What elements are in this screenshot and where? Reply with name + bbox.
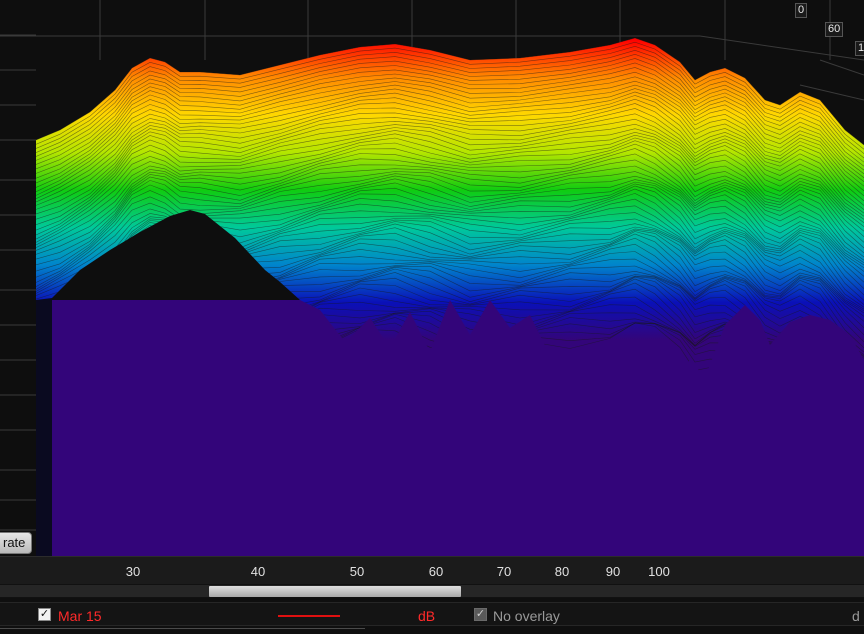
horizontal-scrollbar[interactable]	[0, 584, 864, 598]
frequency-axis: 30 40 50 60 70 80 90 100	[0, 556, 864, 584]
measurement-color-swatch	[278, 615, 340, 617]
freq-tick-label: 90	[605, 564, 621, 579]
freq-tick-label: 30	[125, 564, 141, 579]
overlay-checkbox[interactable]: ✓	[474, 608, 487, 621]
depth-tick-label: 0	[795, 3, 808, 18]
truncated-label: d	[852, 608, 860, 624]
waterfall-surface[interactable]	[0, 0, 864, 556]
measurement-name[interactable]: Mar 15	[58, 608, 102, 624]
depth-tick-label: 1	[855, 41, 864, 56]
scrollbar-thumb[interactable]	[209, 586, 461, 597]
legend-bar: ✓ Mar 15 dB ✓ No overlay d	[0, 598, 864, 634]
freq-tick-label: 50	[349, 564, 365, 579]
freq-tick-label: 100	[648, 564, 670, 579]
freq-tick-label: 40	[250, 564, 266, 579]
legend-divider	[0, 628, 365, 629]
measurement-checkbox[interactable]: ✓	[38, 608, 51, 621]
freq-tick-label: 70	[496, 564, 512, 579]
grid-line	[819, 59, 864, 76]
calibrate-button[interactable]: rate	[0, 532, 33, 554]
freq-tick-label: 60	[428, 564, 444, 579]
overlay-label: No overlay	[493, 608, 560, 624]
waterfall-plot[interactable]: 0 60 1 rate	[0, 0, 864, 556]
depth-tick-label: 60	[825, 22, 844, 37]
legend-row: ✓ Mar 15 dB ✓ No overlay d	[0, 602, 864, 626]
waterfall-floor	[36, 300, 864, 556]
freq-tick-label: 80	[554, 564, 570, 579]
measurement-unit: dB	[418, 608, 436, 624]
